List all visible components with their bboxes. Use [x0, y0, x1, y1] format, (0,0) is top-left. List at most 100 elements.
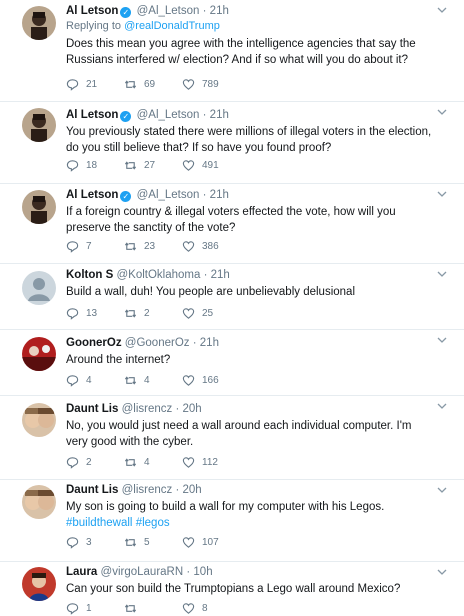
like-button[interactable]: 166 — [182, 374, 240, 387]
avatar[interactable] — [22, 337, 56, 371]
avatar[interactable] — [22, 271, 56, 305]
like-button[interactable]: 112 — [182, 456, 240, 469]
author-handle[interactable]: @GoonerOz — [125, 337, 190, 349]
retweet-count: 5 — [144, 537, 150, 548]
reply-count: 21 — [86, 79, 98, 90]
reply-button[interactable]: 7 — [66, 240, 124, 253]
verified-badge-icon: ✓ — [120, 191, 132, 202]
reply-button[interactable]: 1 — [66, 602, 124, 615]
author-handle[interactable]: @Al_Letson — [137, 5, 200, 17]
timestamp[interactable]: 21h — [210, 189, 229, 201]
retweet-button[interactable]: 5 — [124, 536, 182, 549]
tweet[interactable]: Laura @virgoLauraRN · 10h Can your son b… — [0, 562, 464, 616]
avatar[interactable] — [22, 6, 56, 40]
reply-icon — [66, 241, 79, 253]
reply-icon — [66, 375, 79, 387]
heart-icon — [182, 537, 195, 548]
tweet-text: Build a wall, duh! You people are unbeli… — [66, 286, 355, 298]
author-handle[interactable]: @Al_Letson — [137, 109, 200, 121]
reply-button[interactable]: 18 — [66, 159, 124, 172]
avatar[interactable] — [22, 485, 56, 519]
tweet[interactable]: Daunt Lis @lisrencz · 20h No, you would … — [0, 396, 464, 480]
tweet[interactable]: GoonerOz @GoonerOz · 21h Around the inte… — [0, 330, 464, 396]
retweet-button[interactable]: 4 — [124, 374, 182, 387]
chevron-down-icon[interactable] — [436, 566, 448, 578]
author-handle[interactable]: @Al_Letson — [137, 189, 200, 201]
reply-button[interactable]: 13 — [66, 307, 124, 320]
timestamp[interactable]: 21h — [210, 5, 229, 17]
reply-count: 2 — [86, 457, 92, 468]
chevron-down-icon[interactable] — [436, 334, 448, 346]
retweet-count: 4 — [144, 457, 150, 468]
author-name[interactable]: Al Letson — [66, 109, 118, 121]
chevron-down-icon[interactable] — [436, 268, 448, 280]
tweet-text: Around the internet? — [66, 354, 171, 366]
heart-icon — [182, 241, 195, 252]
author-handle[interactable]: @virgoLauraRN — [101, 566, 184, 578]
hashtag-link[interactable]: #legos — [136, 517, 170, 529]
retweet-button[interactable] — [124, 602, 182, 615]
mention-link[interactable]: @realDonaldTrump — [124, 20, 220, 32]
author-name[interactable]: Kolton S — [66, 269, 113, 281]
separator-dot: · — [175, 403, 180, 415]
author-name[interactable]: Laura — [66, 566, 97, 578]
author-name[interactable]: GoonerOz — [66, 337, 122, 349]
like-button[interactable]: 8 — [182, 602, 240, 615]
tweet[interactable]: Al Letson ✓ @Al_Letson · 21h If a foreign… — [0, 184, 464, 264]
reply-button[interactable]: 21 — [66, 78, 124, 91]
reply-thread: Al Letson ✓ @Al_Letson · 21h Replying to … — [0, 0, 464, 616]
like-count: 112 — [202, 457, 218, 468]
author-name[interactable]: Daunt Lis — [66, 484, 118, 496]
timestamp[interactable]: 20h — [183, 403, 202, 415]
retweet-icon — [124, 309, 137, 318]
chevron-down-icon[interactable] — [436, 106, 448, 118]
author-handle[interactable]: @KoltOklahoma — [116, 269, 200, 281]
chevron-down-icon[interactable] — [436, 400, 448, 412]
avatar[interactable] — [22, 403, 56, 437]
retweet-icon — [124, 161, 137, 170]
author-handle[interactable]: @lisrencz — [122, 484, 173, 496]
retweet-button[interactable]: 69 — [124, 78, 182, 91]
like-count: 491 — [202, 160, 219, 171]
retweet-button[interactable]: 4 — [124, 456, 182, 469]
like-button[interactable]: 107 — [182, 536, 240, 549]
retweet-button[interactable]: 23 — [124, 240, 182, 253]
like-button[interactable]: 25 — [182, 307, 240, 320]
hashtag-link[interactable]: #buildthewall — [66, 517, 133, 529]
tweet-actions: 21 69 789 — [66, 78, 240, 91]
tweet[interactable]: Daunt Lis @lisrencz · 20h My son is goin… — [0, 480, 464, 562]
author-name[interactable]: Daunt Lis — [66, 403, 118, 415]
avatar[interactable] — [22, 190, 56, 224]
tweet[interactable]: Kolton S @KoltOklahoma · 21h Build a wal… — [0, 264, 464, 330]
author-handle[interactable]: @lisrencz — [122, 403, 173, 415]
timestamp[interactable]: 21h — [200, 337, 219, 349]
avatar[interactable] — [22, 567, 56, 601]
heart-icon — [182, 603, 195, 614]
timestamp[interactable]: 10h — [193, 566, 212, 578]
retweet-count: 69 — [144, 79, 156, 90]
reply-button[interactable]: 4 — [66, 374, 124, 387]
like-button[interactable]: 386 — [182, 240, 240, 253]
author-name[interactable]: Al Letson — [66, 189, 118, 201]
like-button[interactable]: 491 — [182, 159, 240, 172]
tweet[interactable]: Al Letson ✓ @Al_Letson · 21h You previous… — [0, 102, 464, 184]
chevron-down-icon[interactable] — [436, 4, 448, 16]
reply-icon — [66, 308, 79, 320]
retweet-button[interactable]: 27 — [124, 159, 182, 172]
chevron-down-icon[interactable] — [436, 188, 448, 200]
reply-button[interactable]: 3 — [66, 536, 124, 549]
author-name[interactable]: Al Letson — [66, 5, 118, 17]
timestamp[interactable]: 21h — [210, 109, 229, 121]
chevron-down-icon[interactable] — [436, 484, 448, 496]
like-button[interactable]: 789 — [182, 78, 240, 91]
tweet[interactable]: Al Letson ✓ @Al_Letson · 21h Replying to … — [0, 0, 464, 102]
reply-button[interactable]: 2 — [66, 456, 124, 469]
like-count: 8 — [202, 603, 208, 614]
like-count: 25 — [202, 308, 214, 319]
timestamp[interactable]: 20h — [183, 484, 202, 496]
tweet-actions: 2 4 112 — [66, 456, 240, 469]
retweet-button[interactable]: 2 — [124, 307, 182, 320]
timestamp[interactable]: 21h — [211, 269, 230, 281]
retweet-count: 23 — [144, 241, 156, 252]
avatar[interactable] — [22, 108, 56, 142]
